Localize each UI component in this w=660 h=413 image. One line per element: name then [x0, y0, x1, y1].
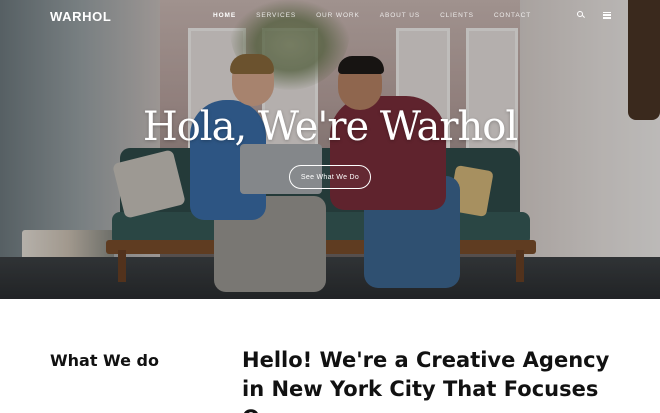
- menu-icon[interactable]: [603, 11, 611, 19]
- hero-section: WARHOL HOME SERVICES OUR WORK ABOUT US C…: [0, 0, 660, 299]
- site-logo[interactable]: WARHOL: [50, 9, 111, 24]
- nav-clients[interactable]: CLIENTS: [440, 12, 474, 19]
- hero-title: Hola, We're Warhol: [142, 104, 518, 150]
- header-icons: [576, 10, 611, 20]
- see-what-we-do-button[interactable]: See What We Do: [289, 165, 371, 189]
- search-icon[interactable]: [576, 10, 586, 20]
- nav-our-work[interactable]: OUR WORK: [316, 12, 360, 19]
- nav-services[interactable]: SERVICES: [256, 12, 296, 19]
- main-nav: HOME SERVICES OUR WORK ABOUT US CLIENTS …: [213, 12, 551, 19]
- nav-about-us[interactable]: ABOUT US: [380, 12, 420, 19]
- nav-contact[interactable]: CONTACT: [494, 12, 531, 19]
- intro-text: Hello! We're a Creative Agency in New Yo…: [242, 348, 610, 413]
- section-heading: What We do: [50, 351, 159, 370]
- nav-home[interactable]: HOME: [213, 12, 236, 19]
- intro-section: What We do Hello! We're a Creative Agenc…: [0, 299, 660, 413]
